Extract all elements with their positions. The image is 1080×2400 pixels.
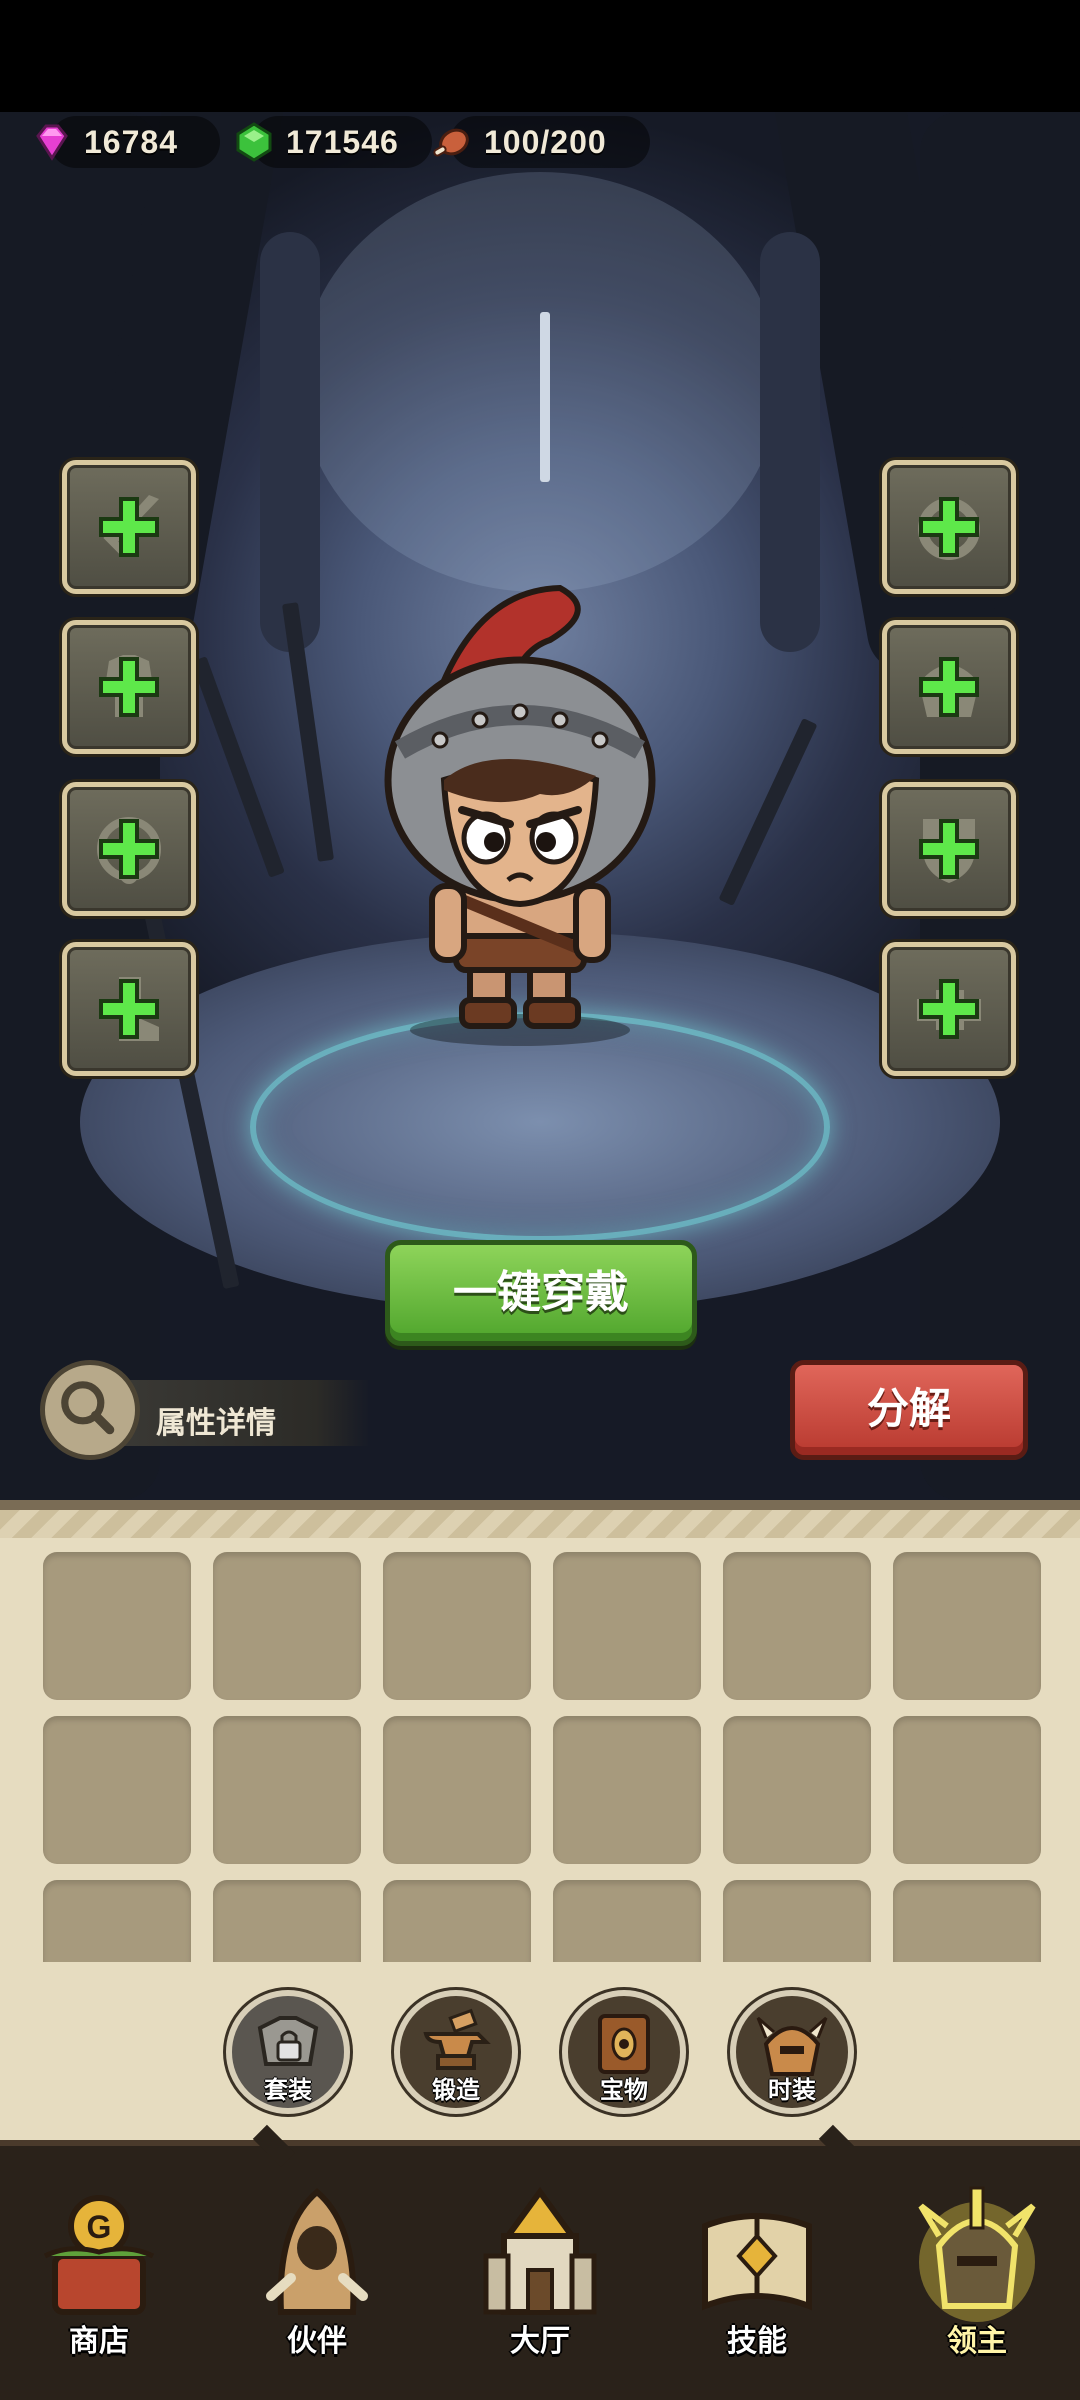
costume-label: 时装 <box>768 2076 816 2104</box>
lord-icon <box>918 2186 1036 2322</box>
equip-slot-weapon[interactable] <box>62 460 196 594</box>
gem-counter[interactable]: 16784 <box>30 110 220 174</box>
costume-button[interactable]: 时装 <box>730 1990 854 2114</box>
plus-icon <box>99 657 159 717</box>
hall-icon <box>483 2186 597 2315</box>
nav-tab-partner-label: 伙伴 <box>287 2324 347 2359</box>
gem-value: 16784 <box>84 123 178 160</box>
set-label: 套装 <box>264 2076 312 2104</box>
nav-tab-shop-label: 商店 <box>69 2324 129 2359</box>
inventory-cell[interactable] <box>723 1716 871 1864</box>
shop-icon: G <box>43 2195 155 2315</box>
inventory-cell[interactable] <box>383 1880 531 1962</box>
inventory-grid[interactable] <box>43 1552 1043 1962</box>
attribute-details-label: 属性详情 <box>156 1406 276 1441</box>
equip-slot-boots[interactable] <box>62 942 196 1076</box>
inventory-cell[interactable] <box>213 1552 361 1700</box>
treasure-label: 宝物 <box>600 2076 648 2104</box>
equip-slot-ring[interactable] <box>882 460 1016 594</box>
nav-tab-shop[interactable]: G 商店 <box>14 2176 184 2376</box>
partner-icon <box>266 2188 368 2315</box>
plus-icon <box>919 819 979 879</box>
nav-tab-partner[interactable]: 伙伴 <box>232 2176 402 2376</box>
inventory-cell[interactable] <box>213 1880 361 1962</box>
equip-slot-helmet[interactable] <box>882 620 1016 754</box>
nav-tab-skill-label: 技能 <box>727 2324 787 2359</box>
emerald-value: 171546 <box>286 123 399 160</box>
plus-icon <box>919 497 979 557</box>
inventory-panel: 套装 锻造 宝物 时装 <box>0 1500 1080 2140</box>
inventory-cell[interactable] <box>43 1880 191 1962</box>
inventory-cell[interactable] <box>383 1716 531 1864</box>
inventory-cell[interactable] <box>723 1880 871 1962</box>
plus-icon <box>919 979 979 1039</box>
inventory-cell[interactable] <box>43 1716 191 1864</box>
pink-gem-icon <box>36 124 68 161</box>
attribute-details-button[interactable]: 属性详情 <box>40 1360 370 1460</box>
treasure-button[interactable]: 宝物 <box>562 1990 686 2114</box>
status-bar <box>0 0 1080 112</box>
green-emerald-icon <box>236 122 272 162</box>
inventory-cell[interactable] <box>43 1552 191 1700</box>
nav-tab-skill[interactable]: 技能 <box>672 2176 842 2376</box>
inventory-cell[interactable] <box>553 1552 701 1700</box>
inventory-cell[interactable] <box>893 1716 1041 1864</box>
nav-tab-lord[interactable]: 领主 <box>892 2176 1062 2376</box>
meat-icon <box>433 128 469 157</box>
skill-book-icon <box>702 2213 812 2311</box>
hero-character[interactable] <box>370 580 670 1050</box>
stamina-counter[interactable]: 100/200 <box>430 110 650 174</box>
equip-slot-necklace[interactable] <box>62 782 196 916</box>
magnifier-icon <box>61 1381 115 1435</box>
stamina-value: 100/200 <box>484 123 607 160</box>
inventory-cell[interactable] <box>893 1552 1041 1700</box>
bottom-navigation: G 商店 伙伴 大厅 技能 领主 <box>0 2124 1080 2400</box>
plus-icon <box>99 979 159 1039</box>
inventory-cell[interactable] <box>553 1880 701 1962</box>
plus-icon <box>99 497 159 557</box>
equip-slot-chest[interactable] <box>62 620 196 754</box>
forge-button[interactable]: 锻造 <box>394 1990 518 2114</box>
inventory-cell[interactable] <box>893 1880 1041 1962</box>
svg-text:G: G <box>87 2209 112 2245</box>
forge-label: 锻造 <box>432 2076 480 2104</box>
inventory-cell[interactable] <box>553 1716 701 1864</box>
set-button[interactable]: 套装 <box>226 1990 350 2114</box>
nav-tab-lord-label: 领主 <box>947 2324 1007 2359</box>
nav-tab-hall-label: 大厅 <box>510 2324 570 2359</box>
inventory-cell[interactable] <box>213 1716 361 1864</box>
emerald-counter[interactable]: 171546 <box>232 110 432 174</box>
equip-slot-belt[interactable] <box>882 942 1016 1076</box>
equip-slot-shield[interactable] <box>882 782 1016 916</box>
inventory-cell[interactable] <box>383 1552 531 1700</box>
decompose-button[interactable]: 分解 <box>790 1360 1028 1460</box>
plus-icon <box>919 657 979 717</box>
nav-tab-hall[interactable]: 大厅 <box>455 2176 625 2376</box>
equip-all-button[interactable]: 一键穿戴 <box>385 1240 697 1346</box>
inventory-cell[interactable] <box>723 1552 871 1700</box>
plus-icon <box>99 819 159 879</box>
